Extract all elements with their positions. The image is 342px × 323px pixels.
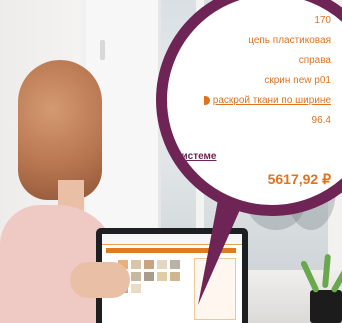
summary-value-side: справа	[298, 55, 331, 66]
order-summary-zoom: 170 цепь пластиковая справа скрин new p0…	[167, 0, 342, 205]
total-price: 5617,92 ₽	[267, 171, 331, 187]
summary-value-width: 170	[314, 15, 331, 26]
summary-value-chain: цепь пластиковая	[248, 35, 331, 46]
summary-cut-option-label: раскрой ткани по ширине	[212, 95, 331, 106]
bullet-marker	[203, 96, 210, 105]
summary-value-fabric: скрин new p01	[264, 75, 331, 86]
photo-scene: 170 цепь пластиковая справа скрин new p0…	[0, 0, 342, 323]
summary-cut-option-link[interactable]: раскрой ткани по ширине	[203, 95, 331, 106]
summary-value-cut-width: 96.4	[311, 115, 331, 126]
system-link[interactable]: й системе	[167, 151, 216, 162]
magnifier-callout: 170 цепь пластиковая справа скрин new p0…	[156, 0, 342, 216]
